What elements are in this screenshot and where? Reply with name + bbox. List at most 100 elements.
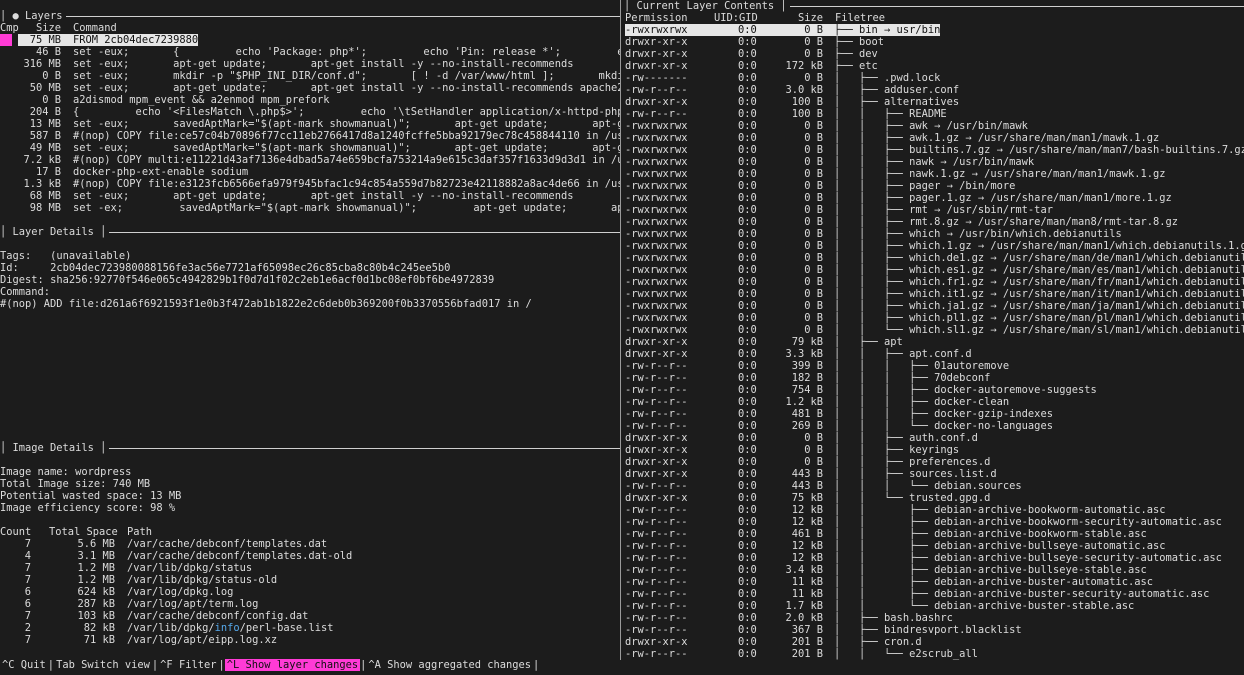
filetree-row[interactable]: drwxr-xr-x 0:0 75 kB │ │ └── trusted.gpg.d [624,492,1244,504]
cmp-column-header: Cmp [0,22,19,34]
layer-command: set -eux; apt-get update; apt-get instal… [73,82,620,94]
filetree-row[interactable]: -rw-r--r-- 0:0 754 B │ │ │ ├── docker-autor… [624,384,1244,396]
file-path: /var/cache/debconf/templates.dat-old [127,550,353,562]
filetree-row[interactable]: -rw-r--r-- 0:0 1.2 kB │ │ │ ├── docker-clea… [624,396,1244,408]
filetree-row[interactable]: -rw-r--r-- 0:0 11 kB │ │ ├── debian-archive… [624,588,1244,600]
filetree-row[interactable]: -rwxrwxrwx 0:0 0 B │ │ ├── which.pl1.gz → /… [624,312,1244,324]
wasted-file-row[interactable]: 6 287 kB/var/log/apt/term.log [0,598,620,610]
wasted-file-row[interactable]: 7 103 kB/var/cache/debconf/config.dat [0,610,620,622]
filetree-row[interactable]: drwxr-xr-x 0:0 79 kB │ ├── apt [624,336,1244,348]
layer-row[interactable]: 98 MB set -ex; savedAptMark="$(apt-mark s… [0,202,620,214]
footer-keybinding[interactable]: Tab Switch view [54,659,152,671]
filetree-row[interactable]: -rw-r--r-- 0:0 367 B │ ├── bindresvport.bla… [624,624,1244,636]
filetree-row[interactable]: -rw-r--r-- 0:0 481 B │ │ │ ├── docker-gzip-… [624,408,1244,420]
filetree-row[interactable]: -rwxrwxrwx 0:0 0 B │ │ ├── rmt → /usr/sbin/… [624,204,1244,216]
filetree-row[interactable]: -rwxrwxrwx 0:0 0 B │ │ ├── builtins.7.gz → … [624,144,1244,156]
wasted-file-row[interactable]: 7 1.2 MB/var/lib/dpkg/status [0,562,620,574]
filetree-row[interactable]: drwxr-xr-x 0:0 172 kB ├── etc [624,60,1244,72]
tags-label: Tags: [0,250,32,262]
layer-row[interactable]: 75 MB FROM 2cb04dec7239880 [0,34,620,46]
file-tree-entry: │ │ │ ├── 70debconf [834,372,991,384]
filetree-row[interactable]: drwxr-xr-x 0:0 0 B ├── dev [624,48,1244,60]
file-permission: -rwxrwxrwx [625,228,688,240]
filetree-row[interactable]: -rwxrwxrwx 0:0 0 B │ │ ├── which.ja1.gz → /… [624,300,1244,312]
filetree-row[interactable]: -rw-r--r-- 0:0 443 B │ │ │ └── debian.sourc… [624,480,1244,492]
layer-row[interactable]: 50 MB set -eux; apt-get update; apt-get i… [0,82,620,94]
layer-row[interactable]: 13 MB set -eux; savedAptMark="$(apt-mark … [0,118,620,130]
filetree-row[interactable]: drwxr-xr-x 0:0 0 B │ │ ├── preferences.d [624,456,1244,468]
layer-row[interactable]: 7.2 kB #(nop) COPY multi:e11221d43af7136e… [0,154,620,166]
wasted-file-row[interactable]: 2 82 kB/var/lib/dpkg/info/perl-base.list [0,622,620,634]
layer-row[interactable]: 17 B docker-php-ext-enable sodium [0,166,620,178]
file-uid-gid: 0:0 [738,348,757,360]
file-tree-entry: ├── boot [834,36,885,48]
wasted-files-list[interactable]: 7 5.6 MB/var/cache/debconf/templates.dat 4… [0,538,620,646]
filetree-row[interactable]: -rwxrwxrwx 0:0 0 B │ │ ├── pager → /bin/mor… [624,180,1244,192]
filetree-row[interactable]: -rw-r--r-- 0:0 12 kB │ │ ├── debian-archive… [624,516,1244,528]
filetree-row[interactable]: -rwxrwxrwx 0:0 0 B │ │ ├── rmt.8.gz → /usr/… [624,216,1244,228]
layer-row[interactable]: 316 MB set -eux; apt-get update; apt-get … [0,58,620,70]
filetree-row[interactable]: -rw-r--r-- 0:0 3.0 kB │ ├── adduser.conf [624,84,1244,96]
filetree-row[interactable]: drwxr-xr-x 0:0 3.3 kB │ │ ├── apt.conf.d [624,348,1244,360]
filetree-row[interactable]: -rwxrwxrwx 0:0 0 B │ │ ├── awk.1.gz → /usr/… [624,132,1244,144]
filetree-row[interactable]: -rwxrwxrwx 0:0 0 B │ │ ├── pager.1.gz → /us… [624,192,1244,204]
filetree-row[interactable]: drwxr-xr-x 0:0 201 B │ ├── cron.d [624,636,1244,648]
filetree-row[interactable]: -rw-r--r-- 0:0 2.0 kB │ ├── bash.bashrc [624,612,1244,624]
filetree-row[interactable]: -rwxrwxrwx 0:0 0 B │ │ ├── nawk.1.gz → /usr… [624,168,1244,180]
filetree-row[interactable]: -rw-r--r-- 0:0 12 kB │ │ ├── debian-archive… [624,552,1244,564]
layer-row[interactable]: 204 B { echo '<FilesMatch \.php$>'; echo … [0,106,620,118]
filetree-row[interactable]: -rwxrwxrwx 0:0 0 B │ │ └── which.sl1.gz → /… [624,324,1244,336]
filetree-row[interactable]: -rwxrwxrwx 0:0 0 B │ │ ├── which → /usr/bin… [624,228,1244,240]
layer-row[interactable]: 587 B #(nop) COPY file:ce57c04b70896f77cc… [0,130,620,142]
wasted-file-row[interactable]: 4 3.1 MB/var/cache/debconf/templates.dat-… [0,550,620,562]
filetree-row[interactable]: -rwxrwxrwx 0:0 0 B │ │ ├── which.fr1.gz → /… [624,276,1244,288]
filetree-row[interactable]: -rwxrwxrwx 0:0 0 B │ │ ├── nawk → /usr/bin/… [624,156,1244,168]
filetree-row[interactable]: -rwxrwxrwx 0:0 0 B │ │ ├── which.es1.gz → /… [624,264,1244,276]
filetree-row[interactable]: -rw-r--r-- 0:0 12 kB │ │ ├── debian-archive… [624,540,1244,552]
filetree-row[interactable]: drwxr-xr-x 0:0 0 B │ │ ├── auth.conf.d [624,432,1244,444]
footer-keybinding[interactable]: ^L Show layer changes [224,659,361,671]
filetree-row[interactable]: -rw-r--r-- 0:0 269 B │ │ │ └── docker-no-la… [624,420,1244,432]
file-tree-entry: │ │ ├── rmt.8.gz → /usr/share/man/man8/r… [834,216,1179,228]
wasted-file-row[interactable]: 7 1.2 MB/var/lib/dpkg/status-old [0,574,620,586]
file-permission: -rwxrwxrwx [625,192,688,204]
file-size: 172 kB [785,60,823,72]
filetree-row[interactable]: -rwxrwxrwx 0:0 0 B ├── bin → usr/bin [624,24,1244,36]
wasted-file-row[interactable]: 7 5.6 MB/var/cache/debconf/templates.dat [0,538,620,550]
filetree-row[interactable]: -rw------- 0:0 0 B │ ├── .pwd.lock [624,72,1244,84]
filetree-row[interactable]: -rw-r--r-- 0:0 399 B │ │ │ ├── 01autoremove [624,360,1244,372]
filetree-row[interactable]: -rwxrwxrwx 0:0 0 B │ │ ├── which.it1.gz → /… [624,288,1244,300]
filetree-row[interactable]: drwxr-xr-x 0:0 0 B │ │ ├── keyrings [624,444,1244,456]
filetree-row[interactable]: drwxr-xr-x 0:0 100 B │ ├── alternatives [624,96,1244,108]
filetree-row[interactable]: -rwxrwxrwx 0:0 0 B │ │ ├── which.de1.gz → /… [624,252,1244,264]
file-tree-entry: │ │ ├── which.de1.gz → /usr/share/man/de… [834,252,1244,264]
file-total-space: 103 kB [77,610,115,622]
layer-row[interactable]: 0 B set -eux; mkdir -p "$PHP_INI_DIR/conf… [0,70,620,82]
layers-list[interactable]: 75 MB FROM 2cb04dec7239880 46 B set -eux; {… [0,34,620,214]
wasted-file-row[interactable]: 7 71 kB/var/log/apt/eipp.log.xz [0,634,620,646]
filetree-row[interactable]: -rw-r--r-- 0:0 100 B │ │ ├── README [624,108,1244,120]
file-permission: -rwxrwxrwx [625,24,688,36]
filetree-row[interactable]: -rw-r--r-- 0:0 461 B │ │ ├── debian-archive… [624,528,1244,540]
footer-keybinding[interactable]: ^F Filter [158,659,218,671]
filetree-row[interactable]: -rwxrwxrwx 0:0 0 B │ │ ├── which.1.gz → /us… [624,240,1244,252]
footer-keybinding[interactable]: ^A Show aggregated changes [366,659,533,671]
filetree-row[interactable]: -rw-r--r-- 0:0 3.4 kB │ │ ├── debian-archiv… [624,564,1244,576]
filetree-row[interactable]: -rwxrwxrwx 0:0 0 B │ │ ├── awk → /usr/bin/m… [624,120,1244,132]
layer-row[interactable]: 1.3 kB #(nop) COPY file:e3123fcb6566efa97… [0,178,620,190]
filetree-row[interactable]: drwxr-xr-x 0:0 443 B │ │ ├── sources.list.d [624,468,1244,480]
wasted-file-row[interactable]: 6 624 kB/var/log/dpkg.log [0,586,620,598]
filetree-row[interactable]: drwxr-xr-x 0:0 0 B ├── boot [624,36,1244,48]
layers-header[interactable]: │ ● Layers [0,10,620,22]
filetree-row[interactable]: -rw-r--r-- 0:0 12 kB │ │ ├── debian-archive… [624,504,1244,516]
filetree-row[interactable]: -rw-r--r-- 0:0 182 B │ │ │ ├── 70debconf [624,372,1244,384]
file-permission: -rw-r--r-- [625,540,688,552]
filetree-row[interactable]: -rw-r--r-- 0:0 1.7 kB │ │ └── debian-archiv… [624,600,1244,612]
layer-row[interactable]: 46 B set -eux; { echo 'Package: php*'; ec… [0,46,620,58]
filetree-row[interactable]: -rw-r--r-- 0:0 11 kB │ │ ├── debian-archive… [624,576,1244,588]
layer-row[interactable]: 0 B a2dismod mpm_event && a2enmod mpm_pre… [0,94,620,106]
layer-row[interactable]: 49 MB set -eux; savedAptMark="$(apt-mark … [0,142,620,154]
filetree-list[interactable]: -rwxrwxrwx 0:0 0 B ├── bin → usr/bin drwxr-x… [624,24,1244,660]
footer-keybinding[interactable]: ^C Quit [0,659,48,671]
layer-row[interactable]: 68 MB set -eux; apt-get update; apt-get i… [0,190,620,202]
